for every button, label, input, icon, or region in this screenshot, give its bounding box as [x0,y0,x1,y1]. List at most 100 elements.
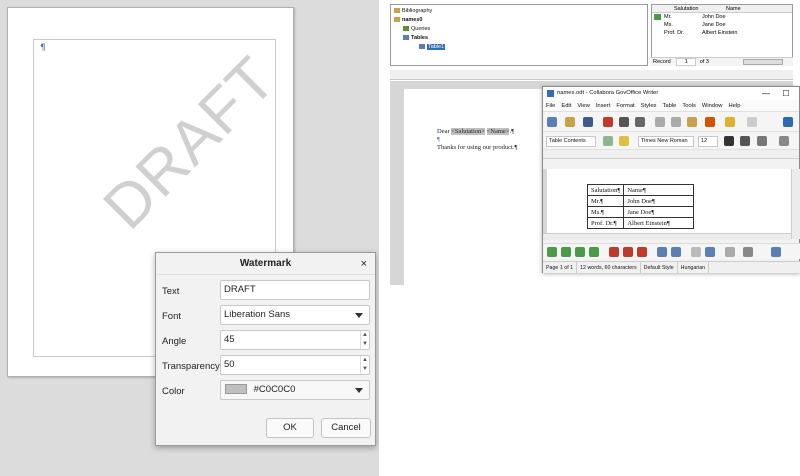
menu-tools[interactable]: Tools [682,103,696,109]
tree-item-bibliography[interactable]: Bibliography [394,7,432,15]
open-icon[interactable] [565,117,575,127]
menu-styles[interactable]: Styles [641,103,657,109]
number-format-icon[interactable] [743,247,753,257]
horizontal-ruler[interactable] [543,150,799,159]
bold-icon[interactable] [724,136,734,146]
underline-icon[interactable] [757,136,767,146]
delete-columns-icon[interactable] [623,247,633,257]
menu-view[interactable]: View [577,103,589,109]
record-label: Record [653,59,671,65]
record-input[interactable]: 1 [676,58,697,66]
maximize-button[interactable]: ☐ [777,87,795,100]
table-cell[interactable]: John Doe¶ [623,195,695,207]
horizontal-ruler[interactable] [390,70,793,80]
table-cell[interactable]: Salutation¶ [586,184,625,196]
grid-row[interactable]: Mr. John Doe [652,14,792,21]
delete-table-icon[interactable] [637,247,647,257]
table-cell[interactable]: Jane Doe¶ [623,206,695,218]
menu-insert[interactable]: Insert [596,103,611,109]
angle-label: Angle [162,336,187,347]
menu-help[interactable]: Help [729,103,741,109]
merge-cells-icon[interactable] [691,247,701,257]
print-icon[interactable] [619,117,629,127]
vertical-scrollbar[interactable] [791,169,800,239]
grid-col-salutation[interactable]: Salutation [674,6,698,12]
update-style-icon[interactable] [603,136,613,146]
insert-columns-after-icon[interactable] [589,247,599,257]
tree-item-queries[interactable]: Queries [403,25,430,33]
redo-icon[interactable] [747,117,757,127]
left-document-view: ¶ DRAFT Watermark × Text DRAFT Font Libe… [0,0,379,476]
menu-table[interactable]: Table [662,103,676,109]
tree-item-tables[interactable]: Tables [403,34,428,42]
database-icon [394,17,400,23]
grid-cell: Prof. Dr. [664,30,685,36]
angle-spinner[interactable]: 45 ▲ ▼ [220,330,370,350]
copy-icon[interactable] [671,117,681,127]
table-cell[interactable]: Ms.¶ [586,206,625,218]
horizontal-scrollbar[interactable] [543,233,791,240]
status-page-style[interactable]: Default Style [641,262,678,273]
paragraph-style-select[interactable]: Table Contents [546,136,596,147]
menu-format[interactable]: Format [616,103,634,109]
merge-field-salutation[interactable]: <Salutation> [451,128,485,135]
font-size-select[interactable]: 12 [698,136,718,147]
paste-icon[interactable] [687,117,697,127]
select-table-icon[interactable] [671,247,681,257]
cut-icon[interactable] [655,117,665,127]
menu-window[interactable]: Window [702,103,723,109]
find-replace-icon[interactable] [783,117,793,127]
color-dropdown[interactable]: #C0C0C0 [220,380,370,400]
grid-row[interactable]: Prof. Dr. Albert Einstein [652,30,792,37]
status-word-count[interactable]: 12 words, 60 characters [577,262,641,273]
transparency-spinner[interactable]: 50 ▲ ▼ [220,355,370,375]
window-titlebar[interactable]: names.odt - Collabora GovOffice Writer —… [543,87,799,100]
text-input[interactable]: DRAFT [220,280,370,300]
writer-window: names.odt - Collabora GovOffice Writer —… [542,86,800,273]
minimize-button[interactable]: — [757,87,775,100]
ok-button[interactable]: OK [266,418,314,438]
insert-rows-above-icon[interactable] [547,247,557,257]
table-cell[interactable]: Albert Einstein¶ [623,217,695,229]
tree-label: names0 [402,17,423,23]
tree-label: Bibliography [402,8,433,14]
insert-columns-before-icon[interactable] [575,247,585,257]
merge-field-name[interactable]: <Name> [486,128,510,135]
print-preview-icon[interactable] [635,117,645,127]
clone-formatting-icon[interactable] [705,117,715,127]
tree-item-names0[interactable]: names0 [394,16,423,24]
grid-header: Salutation Name [652,5,792,13]
strikethrough-icon[interactable] [779,136,789,146]
table-cell[interactable]: Mr.¶ [586,195,625,207]
spin-arrows-icon[interactable]: ▲ ▼ [360,356,369,374]
new-document-icon[interactable] [547,117,557,127]
optimize-size-icon[interactable] [725,247,735,257]
table-cell[interactable]: Prof. Dr.¶ [586,217,625,229]
status-language[interactable]: Hungarian [678,262,710,273]
font-dropdown[interactable]: Liberation Sans [220,305,370,325]
grid-row[interactable]: Ms. Jane Doe [652,22,792,29]
document-area: Salutation¶ Name¶ Mr.¶ John Doe¶ Ms.¶ Jane … [543,169,791,233]
export-pdf-icon[interactable] [603,117,613,127]
font-name-select[interactable]: Times New Roman [638,136,694,147]
menu-file[interactable]: File [546,103,555,109]
menu-edit[interactable]: Edit [561,103,571,109]
grid-col-name[interactable]: Name [726,6,741,12]
status-page[interactable]: Page 1 of 1 [543,262,578,273]
select-cell-icon[interactable] [657,247,667,257]
new-style-icon[interactable] [619,136,629,146]
record-nav-buttons[interactable] [743,59,783,65]
insert-rows-below-icon[interactable] [561,247,571,257]
close-icon[interactable]: × [361,253,367,275]
spin-arrows-icon[interactable]: ▲ ▼ [360,331,369,349]
save-icon[interactable] [583,117,593,127]
italic-icon[interactable] [740,136,750,146]
tree-item-table1[interactable]: Table1 [419,43,446,51]
align-top-icon[interactable] [771,247,781,257]
delete-rows-icon[interactable] [609,247,619,257]
names-table[interactable]: Salutation¶ Name¶ Mr.¶ John Doe¶ Ms.¶ Jane … [586,184,695,229]
cancel-button[interactable]: Cancel [321,418,371,438]
split-cells-icon[interactable] [705,247,715,257]
table-cell[interactable]: Name¶ [623,184,695,196]
undo-icon[interactable] [725,117,735,127]
